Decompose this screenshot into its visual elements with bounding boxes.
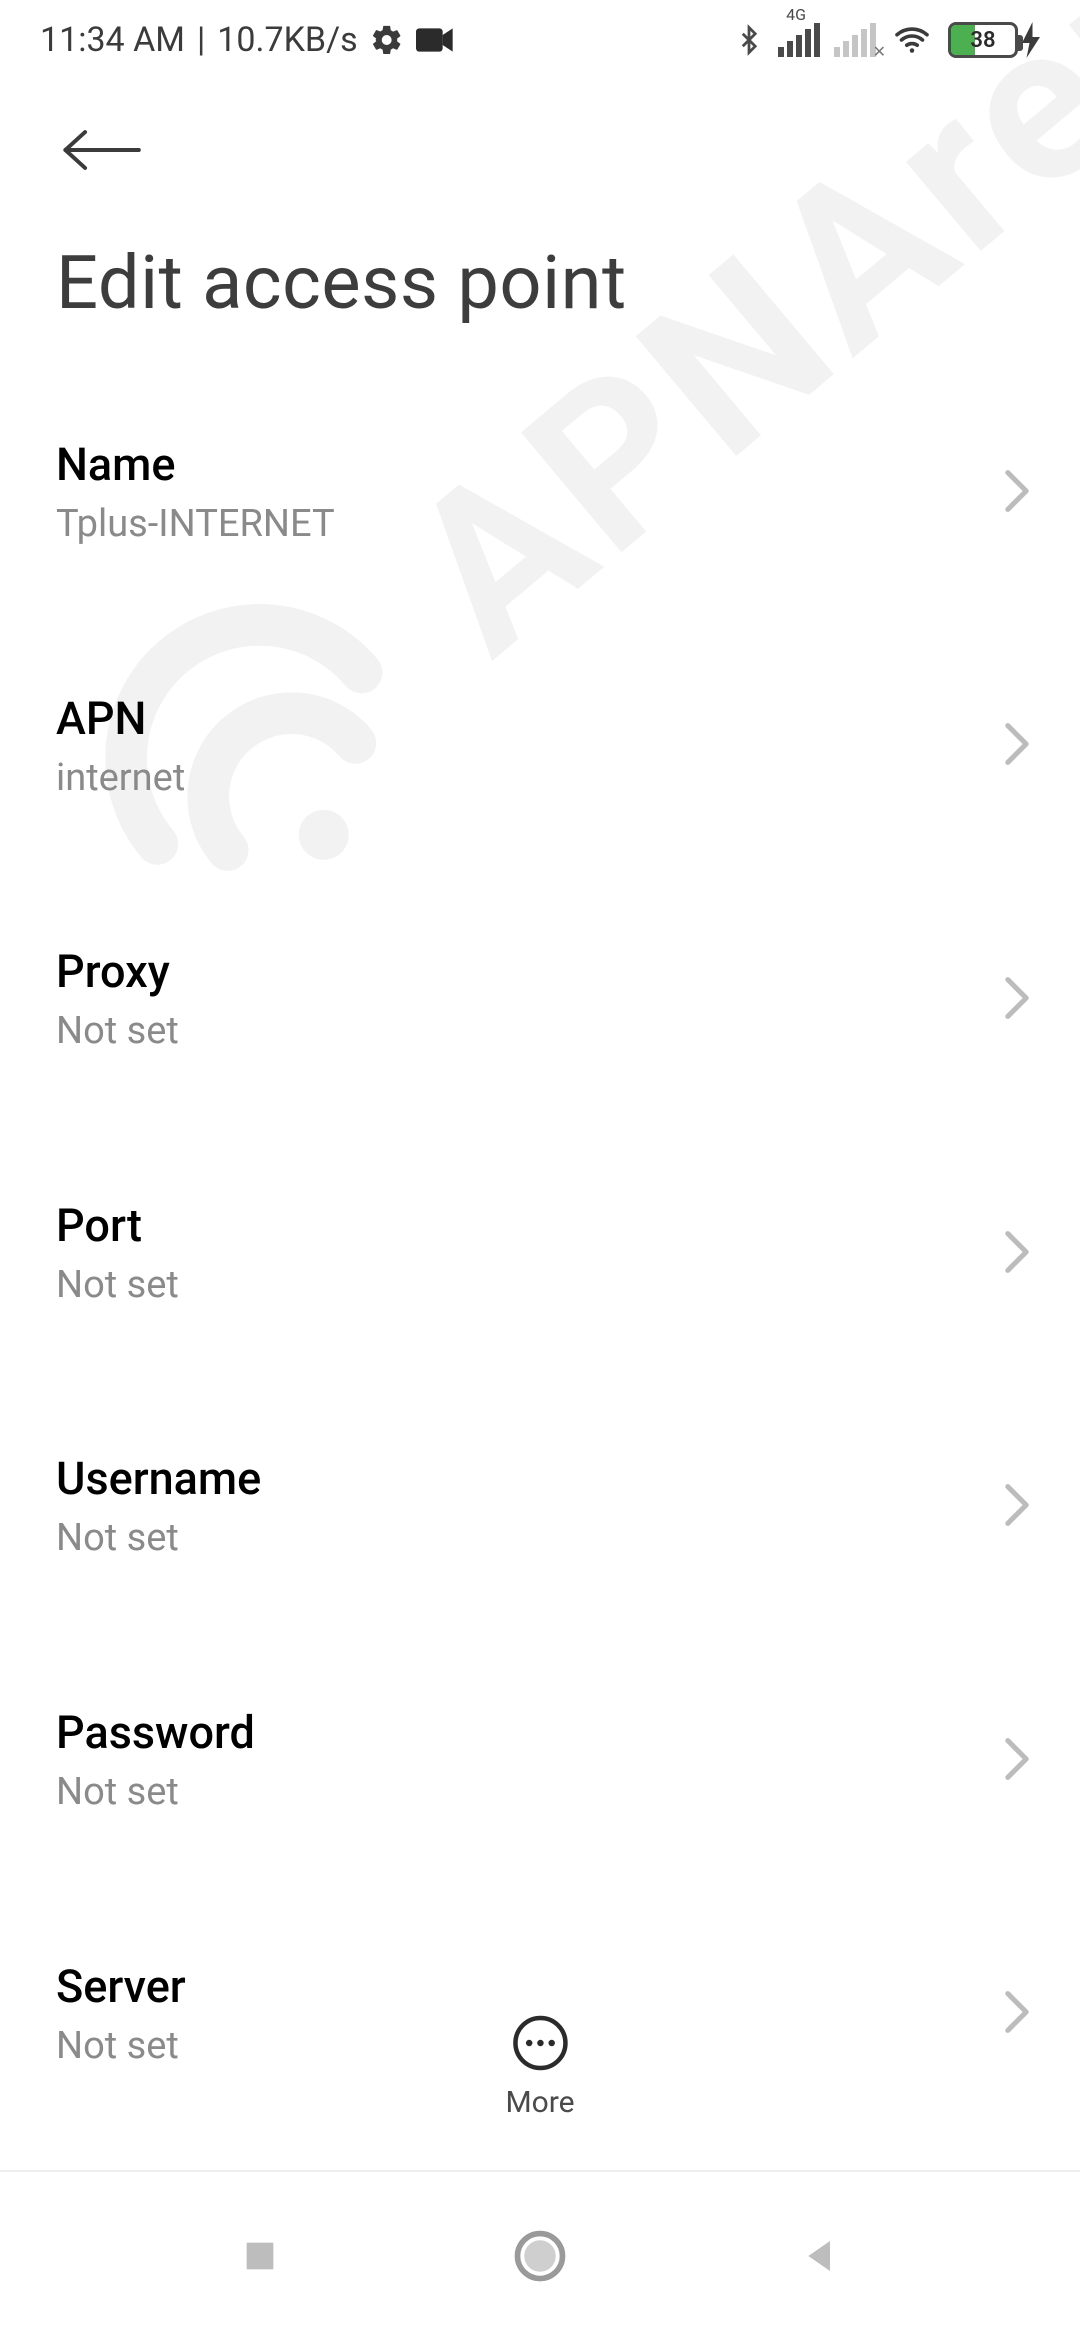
setting-item-username[interactable]: Username Not set [0, 1404, 1080, 1610]
setting-title: Port [56, 1199, 1024, 1253]
setting-value: Not set [56, 1009, 1024, 1055]
nav-recent-button[interactable] [225, 2221, 295, 2291]
setting-title: Username [56, 1452, 1024, 1506]
circle-icon [513, 2229, 567, 2283]
arrow-left-icon [60, 120, 146, 180]
status-time: 11:34 AM [40, 20, 185, 60]
chevron-right-icon [1002, 1229, 1032, 1279]
chevron-right-icon [1002, 468, 1032, 518]
nav-home-button[interactable] [505, 2221, 575, 2291]
chevron-right-icon [1002, 721, 1032, 771]
setting-value: Tplus-INTERNET [56, 502, 1024, 548]
setting-item-port[interactable]: Port Not set [0, 1151, 1080, 1357]
setting-value: Not set [56, 1516, 1024, 1562]
setting-title: Server [56, 1960, 1024, 2014]
setting-title: Name [56, 438, 1024, 492]
more-label: More [505, 2085, 574, 2120]
status-bar: 11:34 AM | 10.7KB/s 4G ✕ [0, 0, 1080, 80]
setting-value: Not set [56, 1263, 1024, 1309]
signal-4g-icon: 4G [778, 23, 820, 57]
system-nav-bar [0, 2170, 1080, 2340]
signal-no-sim-icon: ✕ [834, 23, 876, 57]
triangle-left-icon [800, 2234, 840, 2278]
page-title: Edit access point [56, 240, 627, 327]
setting-item-apn[interactable]: APN internet [0, 644, 1080, 850]
setting-title: Password [56, 1706, 1024, 1760]
status-sep: | [197, 20, 205, 60]
battery-icon: 38 [948, 22, 1040, 58]
setting-item-password[interactable]: Password Not set [0, 1658, 1080, 1864]
camera-icon [416, 25, 456, 55]
chevron-right-icon [1002, 1989, 1032, 2039]
setting-title: Proxy [56, 945, 1024, 999]
setting-item-name[interactable]: Name Tplus-INTERNET [0, 390, 1080, 596]
setting-value: internet [56, 756, 1024, 802]
chevron-right-icon [1002, 975, 1032, 1025]
setting-value: Not set [56, 1770, 1024, 1816]
nav-back-button[interactable] [785, 2221, 855, 2291]
settings-icon [370, 23, 404, 57]
status-speed: 10.7KB/s [217, 20, 357, 60]
more-button[interactable]: More [505, 2013, 574, 2120]
square-icon [240, 2236, 280, 2276]
chevron-right-icon [1002, 1736, 1032, 1786]
bluetooth-icon [734, 19, 764, 61]
more-icon [510, 2013, 570, 2073]
setting-item-proxy[interactable]: Proxy Not set [0, 897, 1080, 1103]
setting-title: APN [56, 692, 1024, 746]
wifi-icon [890, 22, 934, 58]
chevron-right-icon [1002, 1482, 1032, 1532]
back-button[interactable] [60, 120, 146, 184]
list-fade [0, 2145, 1080, 2165]
